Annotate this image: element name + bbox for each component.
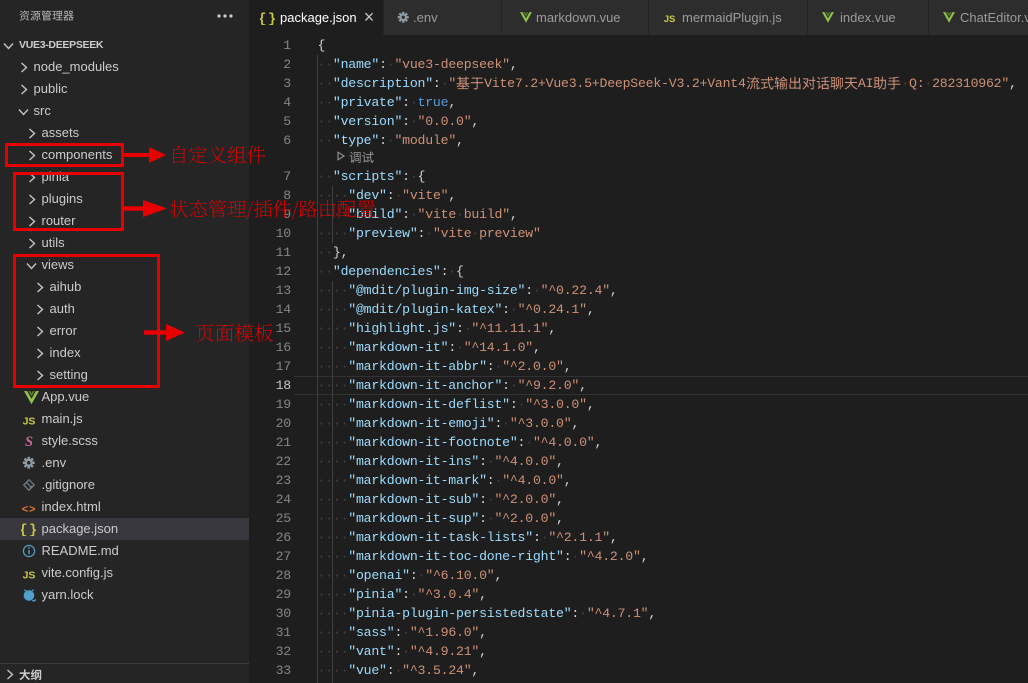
svg-text:{}: {} (260, 13, 276, 26)
svg-text:JS: JS (23, 416, 36, 427)
svg-text:{}: {} (21, 524, 37, 537)
svg-text:JS: JS (23, 570, 36, 581)
svg-text:JS: JS (664, 14, 676, 23)
svg-text:S: S (25, 434, 33, 448)
svg-text:<>: <> (22, 504, 36, 515)
